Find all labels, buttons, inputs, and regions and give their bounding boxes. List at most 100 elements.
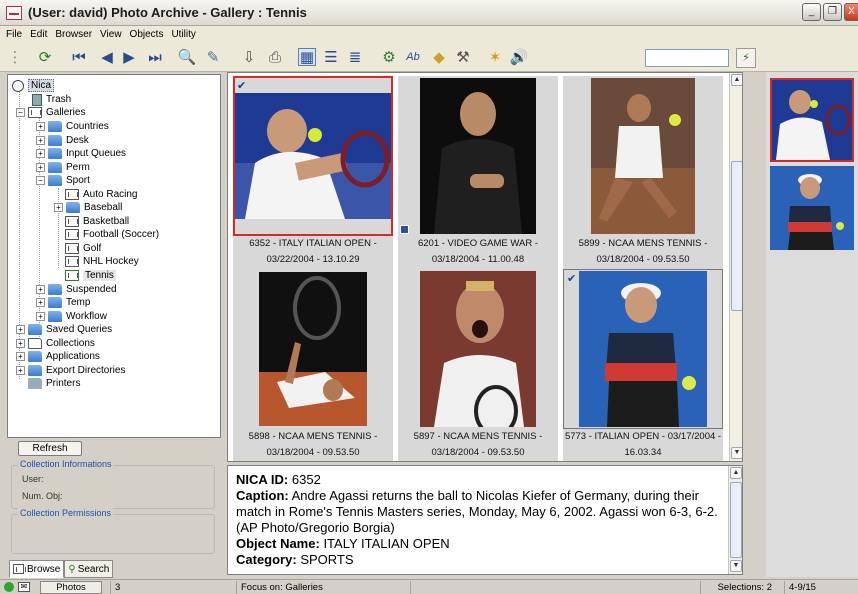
gallery-icon — [65, 256, 79, 267]
workflow-icon[interactable]: ⚒ — [454, 48, 472, 66]
next-icon[interactable]: ▶ — [120, 48, 138, 66]
tree-item-root[interactable]: Nica — [12, 79, 55, 92]
menu-utility[interactable]: Utility — [167, 29, 199, 40]
mail-icon[interactable]: ✉ — [18, 582, 30, 592]
collection-icon — [28, 338, 42, 349]
prev-icon[interactable]: ◀ — [98, 48, 116, 66]
tree-item-baseball[interactable]: + Baseball — [54, 201, 122, 214]
expand-icon[interactable]: + — [36, 163, 45, 172]
refresh-icon[interactable]: ⟳ — [36, 48, 54, 66]
photo-thumbnail[interactable] — [233, 76, 393, 236]
photo-card[interactable]: ✔ 5773 - ITALIAN OPEN - 03/17/2004 - 16.… — [563, 269, 723, 461]
tree-item-tennis[interactable]: Tennis — [65, 269, 116, 282]
expand-icon[interactable]: + — [36, 122, 45, 131]
photo-card[interactable]: 5899 - NCAA MENS TENNIS - 03/18/2004 - 0… — [563, 76, 723, 269]
tree-item-football[interactable]: Football (Soccer) — [65, 228, 159, 241]
details-scrollbar[interactable]: ▲ ▼ — [728, 466, 742, 574]
photo-card[interactable]: 5897 - NCAA MENS TENNIS - 03/18/2004 - 0… — [398, 269, 558, 461]
expand-icon[interactable]: + — [16, 352, 25, 361]
menu-file[interactable]: File — [2, 29, 26, 40]
download-icon[interactable]: ⇩ — [240, 48, 258, 66]
sound-icon[interactable]: 🔊 — [510, 48, 529, 66]
collapse-icon[interactable]: − — [16, 108, 25, 117]
tree-item-applications[interactable]: + Applications — [16, 350, 100, 363]
list-view-icon[interactable]: ≣ — [346, 48, 364, 66]
scroll-thumb[interactable] — [730, 482, 742, 558]
close-button[interactable]: X — [844, 3, 858, 21]
first-icon[interactable]: ⏮ — [70, 48, 88, 66]
selected-thumbnail[interactable] — [770, 78, 854, 162]
tree-item-collections[interactable]: + Collections — [16, 337, 95, 350]
menu-objects[interactable]: Objects — [126, 29, 168, 40]
collapse-icon[interactable]: − — [36, 176, 45, 185]
photo-thumbnail[interactable] — [398, 76, 558, 236]
last-icon[interactable]: ⏭ — [146, 48, 164, 66]
photo-thumbnail[interactable] — [398, 269, 558, 429]
photos-button[interactable]: Photos — [40, 581, 102, 594]
tree-item-printers[interactable]: Printers — [28, 377, 80, 390]
expand-icon[interactable]: + — [36, 149, 45, 158]
tree-item-golf[interactable]: Golf — [65, 242, 101, 255]
tab-browse[interactable]: Browse — [9, 560, 65, 578]
tree-item-perm[interactable]: + Perm — [36, 161, 90, 174]
preview-icon[interactable]: 🔍 — [178, 48, 197, 66]
tree-item-trash[interactable]: Trash — [32, 93, 71, 106]
eraser-icon[interactable]: ◆ — [430, 48, 448, 66]
online-status-icon — [4, 582, 14, 592]
tree-item-export-directories[interactable]: + Export Directories — [16, 364, 125, 377]
search-input[interactable] — [645, 49, 729, 67]
photo-card[interactable]: 6201 - VIDEO GAME WAR - 03/18/2004 - 11.… — [398, 76, 558, 269]
tree-item-suspended[interactable]: + Suspended — [36, 283, 117, 296]
photo-card[interactable]: 5898 - NCAA MENS TENNIS - 03/18/2004 - 0… — [233, 269, 393, 461]
tree-item-nhl-hockey[interactable]: NHL Hockey — [65, 255, 139, 268]
folder-icon — [28, 324, 42, 335]
status-empty — [410, 581, 705, 594]
scroll-thumb[interactable] — [731, 161, 742, 311]
thumbnail-view-icon[interactable]: ▦ — [298, 48, 316, 66]
tree-item-auto-racing[interactable]: Auto Racing — [65, 188, 137, 201]
photo-thumbnail[interactable] — [563, 76, 723, 236]
scroll-down-icon[interactable]: ▼ — [731, 447, 742, 459]
menu-edit[interactable]: Edit — [26, 29, 51, 40]
expand-icon[interactable]: + — [36, 298, 45, 307]
expand-icon[interactable]: + — [36, 285, 45, 294]
tree-item-desk[interactable]: + Desk — [36, 134, 89, 147]
search-go-icon[interactable]: ⚡ — [736, 48, 756, 68]
photo-thumbnail[interactable] — [233, 269, 393, 429]
refresh-button[interactable]: Refresh — [18, 441, 82, 456]
scroll-up-icon[interactable]: ▲ — [730, 467, 742, 479]
tree-item-galleries[interactable]: − Galleries — [16, 106, 85, 119]
menu-browser[interactable]: Browser — [51, 29, 96, 40]
expand-icon[interactable]: + — [36, 312, 45, 321]
tab-search[interactable]: ⚲ Search — [64, 560, 114, 578]
tree-item-basketball[interactable]: Basketball — [65, 215, 129, 228]
object-name-value: ITALY ITALIAN OPEN — [323, 536, 450, 551]
tree-item-saved-queries[interactable]: + Saved Queries — [16, 323, 112, 336]
photo-card[interactable]: ✔ 6352 - ITALY ITALIAN OPEN - 03/22/2004… — [233, 76, 393, 269]
expand-icon[interactable]: + — [54, 203, 63, 212]
new-item-icon[interactable]: ✶ — [486, 48, 504, 66]
properties-icon[interactable]: ⚙ — [380, 48, 398, 66]
menu-view[interactable]: View — [96, 29, 126, 40]
scroll-down-icon[interactable]: ▼ — [730, 560, 742, 572]
edit-icon[interactable]: ✎ — [204, 48, 222, 66]
expand-icon[interactable]: + — [16, 325, 25, 334]
maximize-button[interactable]: ❐ — [823, 3, 842, 21]
expand-icon[interactable]: + — [16, 366, 25, 375]
tree-item-workflow[interactable]: + Workflow — [36, 310, 107, 323]
tree-item-sport[interactable]: − Sport — [36, 174, 90, 187]
selected-thumbnail[interactable] — [770, 166, 854, 250]
scroll-up-icon[interactable]: ▲ — [731, 74, 742, 86]
print-icon[interactable]: ⎙ — [266, 48, 284, 66]
tree-item-input-queues[interactable]: + Input Queues — [36, 147, 126, 160]
minimize-button[interactable]: _ — [802, 3, 821, 21]
category-label: Category: — [236, 552, 297, 567]
expand-icon[interactable]: + — [36, 136, 45, 145]
tree-item-temp[interactable]: + Temp — [36, 296, 90, 309]
photo-thumbnail[interactable] — [563, 269, 723, 429]
tree-item-countries[interactable]: + Countries — [36, 120, 109, 133]
expand-icon[interactable]: + — [16, 339, 25, 348]
grid-scrollbar[interactable]: ▲ ▼ — [729, 73, 742, 461]
detail-view-icon[interactable]: ☰ — [322, 48, 340, 66]
spelling-icon[interactable]: Ab — [404, 48, 422, 66]
